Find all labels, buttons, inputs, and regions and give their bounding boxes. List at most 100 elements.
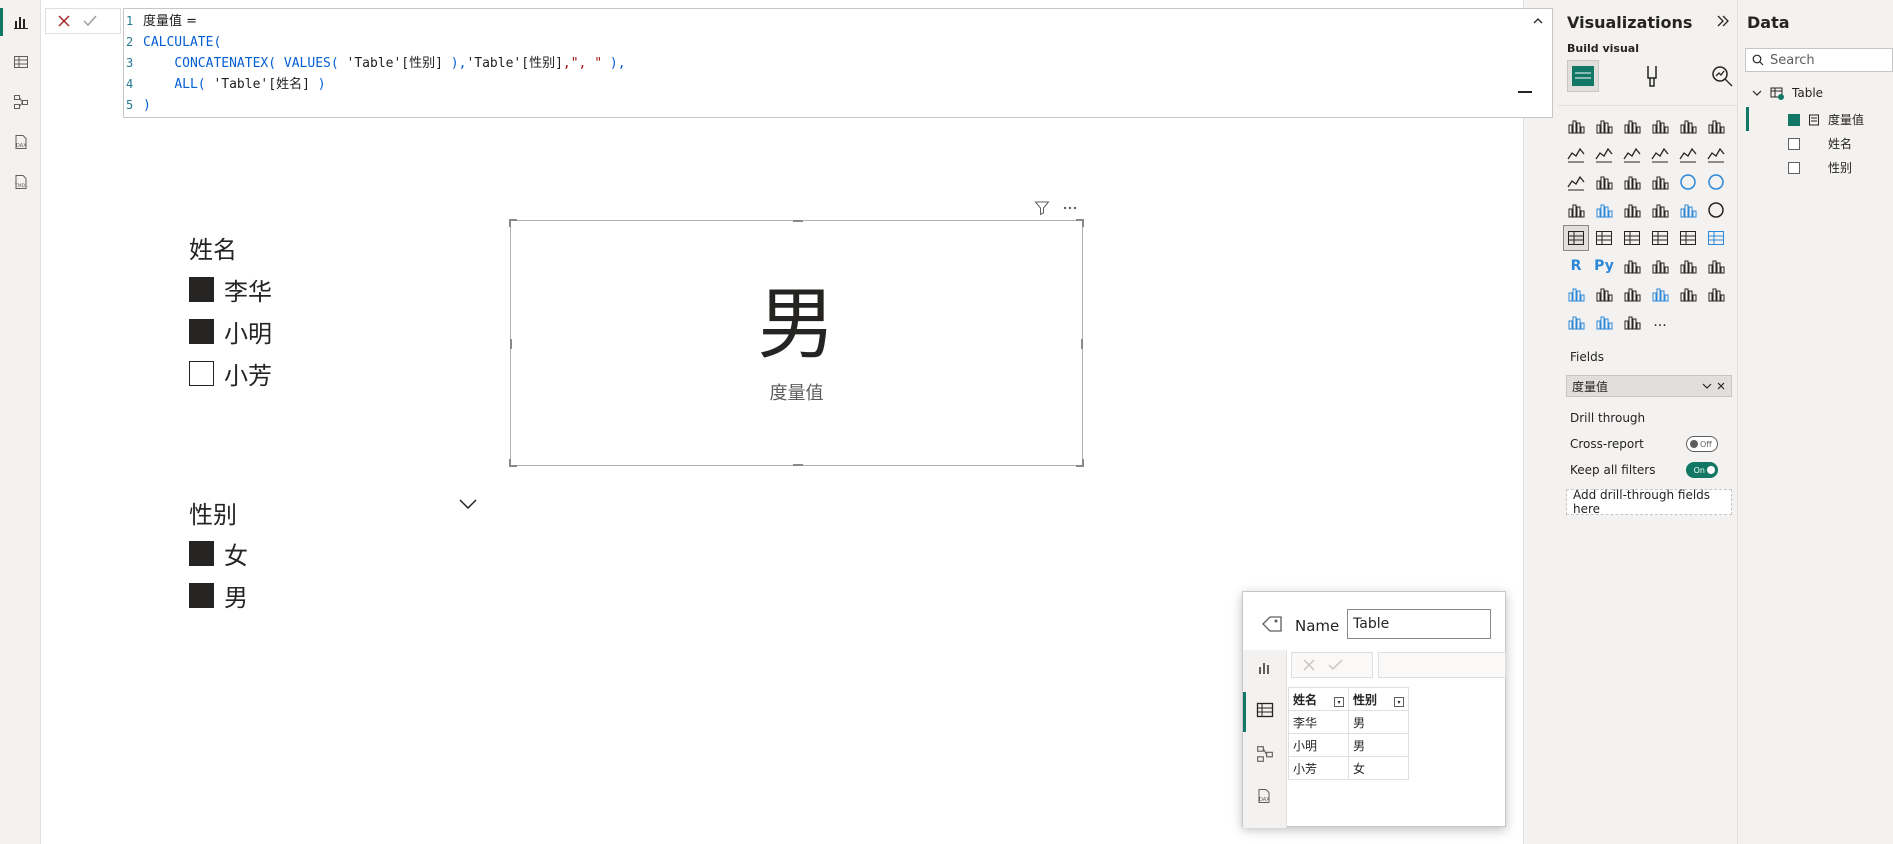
popup-dax-view-button[interactable]: DAX (1256, 788, 1272, 804)
more-options-button[interactable] (1062, 200, 1078, 216)
shape-map-icon[interactable] (1648, 198, 1672, 222)
column-header[interactable]: 性别 ▾ (1348, 687, 1409, 711)
line-clustered-column-chart-icon[interactable] (1676, 142, 1700, 166)
stacked-column-chart-icon[interactable] (1592, 114, 1616, 138)
filled-map-icon[interactable] (1620, 198, 1644, 222)
popup-report-view-button[interactable] (1257, 660, 1273, 676)
area-chart-icon[interactable] (1592, 142, 1616, 166)
clustered-column-chart-icon[interactable] (1648, 114, 1672, 138)
drill-through-well[interactable]: Add drill-through fields here (1566, 488, 1732, 516)
field-checkbox[interactable] (1788, 161, 1800, 174)
collapse-formula-button[interactable] (1532, 15, 1544, 27)
dax-formula-editor[interactable]: 1 度量值 = 2 CALCULATE( 3 CONCATENATEX( VALUE… (123, 8, 1553, 118)
slicer-item-xiaoming[interactable]: 小明 (189, 314, 272, 349)
field-gender-column[interactable]: 性别 (1788, 159, 1852, 176)
gauge-icon[interactable] (1704, 198, 1728, 222)
new-slicer-icon[interactable] (1704, 282, 1728, 306)
more-visuals-icon[interactable]: ... (1648, 310, 1672, 334)
custom-visual-1-icon[interactable] (1564, 310, 1588, 334)
power-automate-icon[interactable] (1648, 282, 1672, 306)
azure-map-icon[interactable] (1676, 198, 1700, 222)
pie-chart-icon[interactable] (1676, 170, 1700, 194)
100-stacked-column-chart-icon[interactable] (1704, 114, 1728, 138)
decomposition-tree-icon[interactable] (1648, 254, 1672, 278)
slicer-icon[interactable] (1648, 226, 1672, 250)
checkbox[interactable] (189, 361, 214, 386)
resize-handle[interactable] (1082, 219, 1084, 227)
card-visual[interactable]: 男 度量值 (509, 219, 1084, 467)
stacked-area-chart-icon[interactable] (1620, 142, 1644, 166)
remove-field-button[interactable] (1715, 380, 1727, 392)
keep-filters-toggle[interactable]: On (1686, 462, 1718, 478)
filter-dropdown-icon[interactable]: ▾ (1334, 696, 1344, 707)
checkbox[interactable] (189, 583, 214, 608)
build-visual-tab[interactable] (1567, 60, 1599, 92)
custom-visual-2-icon[interactable] (1592, 310, 1616, 334)
cross-report-toggle[interactable]: Off (1686, 436, 1718, 452)
tmdl-view-button[interactable]: TMDL (0, 162, 41, 202)
field-checkbox[interactable] (1788, 137, 1800, 150)
line-stacked-column-chart-icon[interactable] (1704, 142, 1728, 166)
r-script-visual-icon[interactable]: R (1564, 254, 1588, 278)
field-dropdown-button[interactable] (1701, 380, 1713, 392)
field-checkbox[interactable] (1788, 113, 1800, 126)
checkbox[interactable] (189, 277, 214, 302)
ribbon-chart-icon[interactable] (1564, 170, 1588, 194)
analytics-tab[interactable] (1710, 64, 1734, 88)
checkbox[interactable] (189, 319, 214, 344)
resize-handle[interactable] (793, 220, 803, 222)
table-icon[interactable] (1676, 226, 1700, 250)
search-box[interactable]: Search (1745, 48, 1893, 72)
commit-formula-button[interactable] (82, 13, 98, 29)
slicer-item-lihua[interactable]: 李华 (189, 272, 272, 307)
card-icon[interactable] (1563, 225, 1589, 251)
table-view-button[interactable] (0, 42, 41, 82)
clustered-bar-chart-icon[interactable] (1620, 114, 1644, 138)
stacked-bar-chart-icon[interactable] (1564, 114, 1588, 138)
smart-narrative-icon[interactable] (1704, 254, 1728, 278)
slicer-item-male[interactable]: 男 (189, 578, 248, 613)
filter-button[interactable] (1034, 200, 1050, 216)
100-stacked-bar-chart-icon[interactable] (1676, 114, 1700, 138)
resize-handle[interactable] (793, 464, 803, 466)
waterfall-chart-icon[interactable] (1592, 170, 1616, 194)
qa-visual-icon[interactable] (1676, 254, 1700, 278)
table-cell[interactable]: 李华 (1288, 710, 1349, 734)
filter-dropdown-icon[interactable]: ▾ (1394, 696, 1404, 707)
goal-icon[interactable] (1564, 282, 1588, 306)
table-cell[interactable]: 男 (1348, 710, 1409, 734)
paginated-report-icon[interactable] (1592, 282, 1616, 306)
map-icon[interactable] (1592, 198, 1616, 222)
field-well-item[interactable]: 度量值 (1566, 375, 1732, 397)
new-card-icon[interactable] (1676, 282, 1700, 306)
table-cell[interactable]: 男 (1348, 733, 1409, 757)
custom-visual-3-icon[interactable] (1620, 310, 1644, 334)
multi-row-card-icon[interactable] (1592, 226, 1616, 250)
slicer-item-xiaofang[interactable]: 小芳 (189, 356, 272, 391)
model-view-button[interactable] (0, 82, 41, 122)
slicer-item-female[interactable]: 女 (189, 536, 248, 571)
dax-query-view-button[interactable]: DAX (0, 122, 41, 162)
popup-formula-input[interactable] (1378, 652, 1506, 678)
table-name-input[interactable]: Table (1347, 609, 1491, 639)
table-cell[interactable]: 小明 (1288, 733, 1349, 757)
table-node[interactable]: Table (1752, 86, 1823, 100)
funnel-chart-icon[interactable] (1620, 170, 1644, 194)
slicer-dropdown-button[interactable] (459, 498, 477, 510)
column-header[interactable]: 姓名 ▾ (1288, 687, 1349, 711)
power-apps-icon[interactable] (1620, 282, 1644, 306)
report-view-button[interactable] (0, 2, 41, 42)
kpi-icon[interactable] (1620, 226, 1644, 250)
field-measure[interactable]: 度量值 (1788, 111, 1864, 128)
key-influencers-icon[interactable] (1620, 254, 1644, 278)
matrix-icon[interactable] (1704, 226, 1728, 250)
cancel-formula-button[interactable] (56, 13, 72, 29)
collapse-pane-button[interactable] (1716, 15, 1730, 27)
field-name-column[interactable]: 姓名 (1788, 135, 1852, 152)
check-icon[interactable] (1328, 658, 1344, 672)
checkbox[interactable] (189, 541, 214, 566)
python-visual-icon[interactable]: Py (1592, 254, 1616, 278)
table-cell[interactable]: 女 (1348, 756, 1409, 780)
treemap-icon[interactable] (1564, 198, 1588, 222)
resize-handle[interactable] (1082, 459, 1084, 467)
